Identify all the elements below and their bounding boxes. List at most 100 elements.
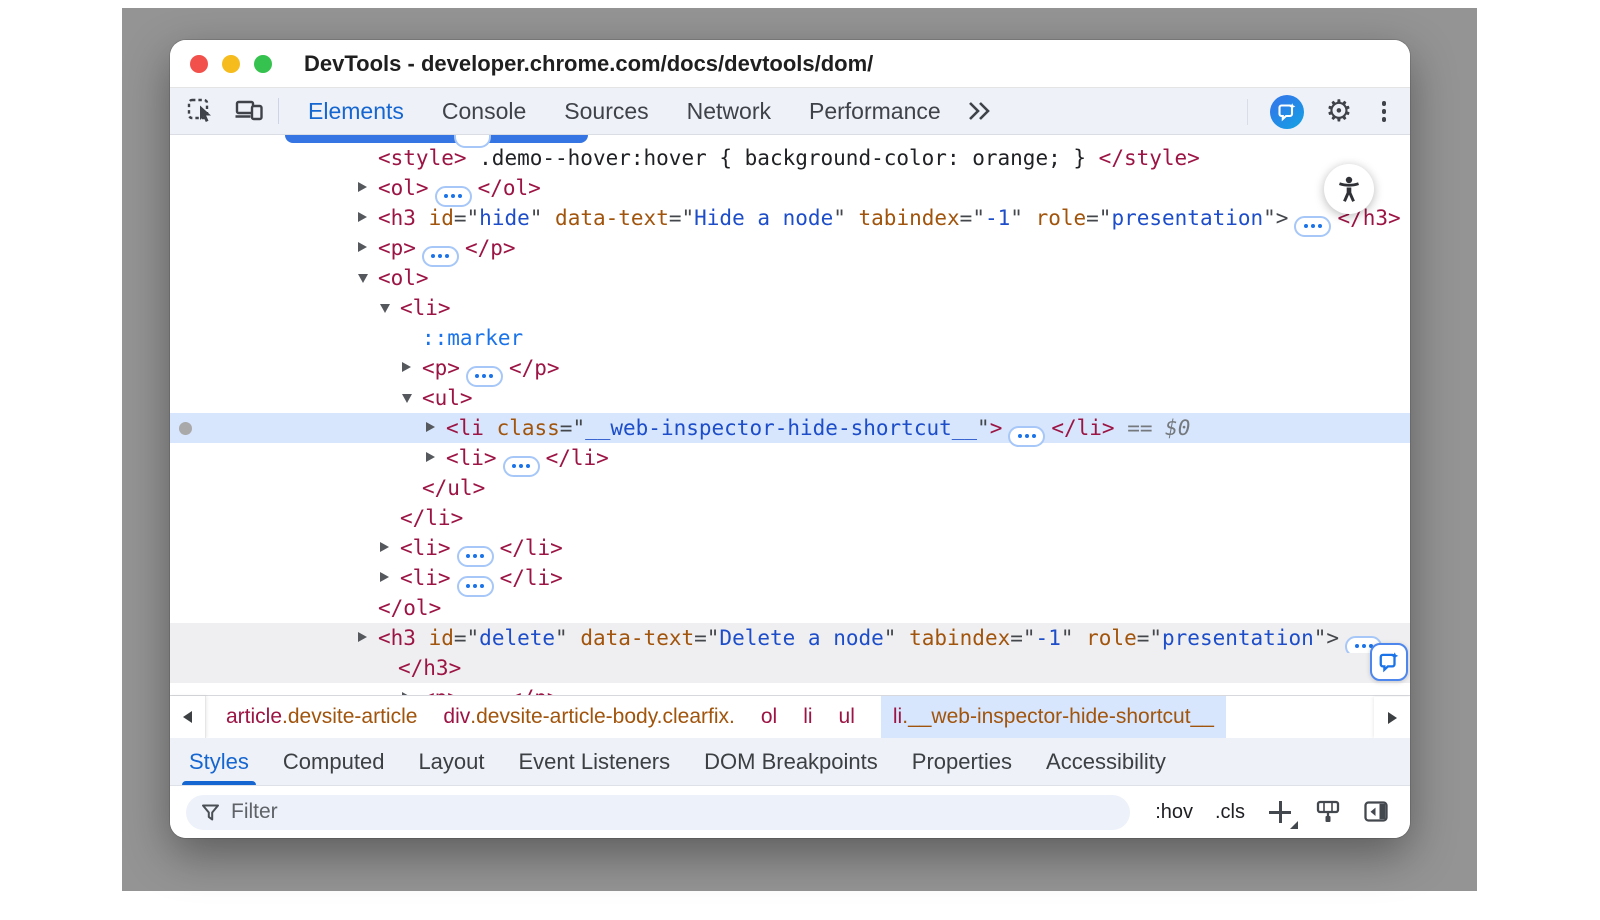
styles-tab-computed[interactable]: Computed [266, 738, 402, 785]
styles-tab-properties[interactable]: Properties [895, 738, 1029, 785]
kebab-menu-icon [1382, 101, 1387, 122]
ai-hint-icon [1378, 651, 1400, 673]
expand-arrow-icon[interactable] [380, 572, 389, 582]
breadcrumb-scroll-left-button[interactable] [170, 696, 206, 738]
styles-tab-layout[interactable]: Layout [401, 738, 501, 785]
toolbar-tab-elements[interactable]: Elements [289, 88, 423, 134]
window-title: DevTools - developer.chrome.com/docs/dev… [304, 51, 873, 77]
breadcrumb-item[interactable]: div.devsite-article-body.clearfix. [443, 696, 734, 738]
dom-tree-row[interactable]: <style> .demo--hover:hover { background-… [170, 143, 1410, 173]
token-attr: data-text [568, 626, 694, 650]
token-tag: <style> [378, 146, 467, 170]
new-style-rule-button[interactable] [1267, 799, 1293, 825]
expand-arrow-icon[interactable] [358, 182, 367, 192]
dom-tree-row[interactable]: <li></li> [170, 533, 1410, 563]
toolbar-tab-sources[interactable]: Sources [545, 88, 667, 134]
token-tag: </li> [400, 506, 463, 530]
minimize-window-button[interactable] [222, 55, 240, 73]
breadcrumb-item[interactable]: ul [839, 696, 855, 738]
token-val: Delete a node [719, 626, 883, 650]
dom-tree-row[interactable]: <li> [170, 293, 1410, 323]
toolbar-tab-performance[interactable]: Performance [790, 88, 960, 134]
token-punct: "> [1314, 626, 1339, 650]
expand-arrow-icon[interactable] [380, 542, 389, 552]
backdrop: DevTools - developer.chrome.com/docs/dev… [122, 8, 1477, 891]
expand-arrow-icon[interactable] [358, 632, 367, 642]
dom-tree-row[interactable]: <h3 id="hide" data-text="Hide a node" ta… [170, 203, 1410, 233]
breadcrumb-item[interactable]: li [803, 696, 812, 738]
collapse-arrow-icon[interactable] [358, 274, 368, 283]
dom-tree-row[interactable]: </ol> [170, 593, 1410, 623]
dom-tree-row[interactable]: <li></li> [170, 563, 1410, 593]
expand-arrow-icon[interactable] [402, 362, 411, 372]
toolbar-tab-console[interactable]: Console [423, 88, 545, 134]
token-tag: <p> [378, 236, 416, 260]
token-val: -1 [1036, 626, 1061, 650]
dom-tree-row[interactable]: </li> [170, 503, 1410, 533]
more-options-button[interactable] [1374, 95, 1394, 129]
accessibility-widget-button[interactable] [1324, 164, 1374, 214]
breadcrumb-item[interactable]: article.devsite-article [226, 696, 417, 738]
collapse-arrow-icon[interactable] [380, 304, 390, 313]
token-attr: tabindex [846, 206, 960, 230]
ai-assistant-button[interactable] [1270, 95, 1304, 129]
dom-tree-row[interactable]: <li></li> [170, 443, 1410, 473]
breadcrumb-tag: ul [839, 705, 855, 729]
dom-tree-row[interactable]: <ol></ol> [170, 173, 1410, 203]
expand-arrow-icon[interactable] [426, 422, 435, 432]
token-tag: </ol> [478, 176, 541, 200]
token-punct: =" [960, 206, 985, 230]
dom-tree-row[interactable]: <ol> [170, 263, 1410, 293]
token-val: delete [479, 626, 555, 650]
styles-tab-dom-breakpoints[interactable]: DOM Breakpoints [687, 738, 895, 785]
inspect-element-button[interactable] [184, 94, 218, 128]
breadcrumb-item[interactable]: ol [761, 696, 777, 738]
element-classes-button[interactable]: .cls [1215, 801, 1245, 824]
dom-tree-row[interactable]: <p></p> [170, 683, 1410, 695]
token-punct: =" [1137, 626, 1162, 650]
token-punct: =" [1086, 206, 1111, 230]
token-dollar: $0 [1165, 416, 1190, 440]
token-punct: " [1010, 206, 1023, 230]
dom-tree-row[interactable]: ::marker [170, 323, 1410, 353]
styles-filter-input[interactable] [231, 800, 1071, 824]
dom-tree-row[interactable]: <p></p> [170, 233, 1410, 263]
dom-tree-row[interactable]: <li class="__web-inspector-hide-shortcut… [170, 413, 1410, 443]
more-tabs-button[interactable] [962, 94, 996, 128]
plus-icon [1279, 801, 1282, 823]
toolbar-tab-network[interactable]: Network [668, 88, 790, 134]
toggle-sidebar-button[interactable] [1363, 799, 1390, 825]
token-tag: </ul> [422, 476, 485, 500]
token-attr: data-text [542, 206, 668, 230]
dom-tree-row[interactable]: <h3 id="delete" data-text="Delete a node… [170, 623, 1410, 653]
rendering-emulations-button[interactable] [1315, 799, 1341, 825]
expand-arrow-icon[interactable] [358, 242, 367, 252]
token-punct: "> [1263, 206, 1288, 230]
zoom-window-button[interactable] [254, 55, 272, 73]
collapse-arrow-icon[interactable] [402, 394, 412, 403]
breadcrumb-item[interactable]: li.__web-inspector-hide-shortcut__ [881, 696, 1226, 738]
token-val: presentation [1162, 626, 1314, 650]
styles-tab-styles[interactable]: Styles [172, 738, 266, 785]
dom-tree-row[interactable]: <ul> [170, 383, 1410, 413]
settings-button[interactable]: ⚙ [1322, 95, 1356, 129]
dom-tree-row[interactable]: <p></p> [170, 353, 1410, 383]
styles-tab-event-listeners[interactable]: Event Listeners [502, 738, 688, 785]
dom-tree-row[interactable]: </h3> [170, 653, 1410, 683]
dom-tree-row[interactable]: </ul> [170, 473, 1410, 503]
device-toolbar-button[interactable] [232, 94, 266, 128]
toggle-element-state-button[interactable]: :hov [1155, 801, 1193, 824]
expand-arrow-icon[interactable] [426, 452, 435, 462]
expand-arrow-icon[interactable] [358, 212, 367, 222]
breadcrumb-scroll-right-button[interactable] [1374, 697, 1410, 738]
token-punct: =" [1010, 626, 1035, 650]
ai-hint-button[interactable] [1370, 643, 1408, 681]
toolbar-separator [1247, 99, 1248, 125]
styles-tab-accessibility[interactable]: Accessibility [1029, 738, 1183, 785]
device-toolbar-icon [234, 96, 264, 126]
token-tag: </li> [500, 536, 563, 560]
breadcrumb-tag: article [226, 705, 282, 729]
close-window-button[interactable] [190, 55, 208, 73]
filter-input-wrap[interactable] [186, 795, 1130, 830]
token-tag: <li> [400, 296, 451, 320]
